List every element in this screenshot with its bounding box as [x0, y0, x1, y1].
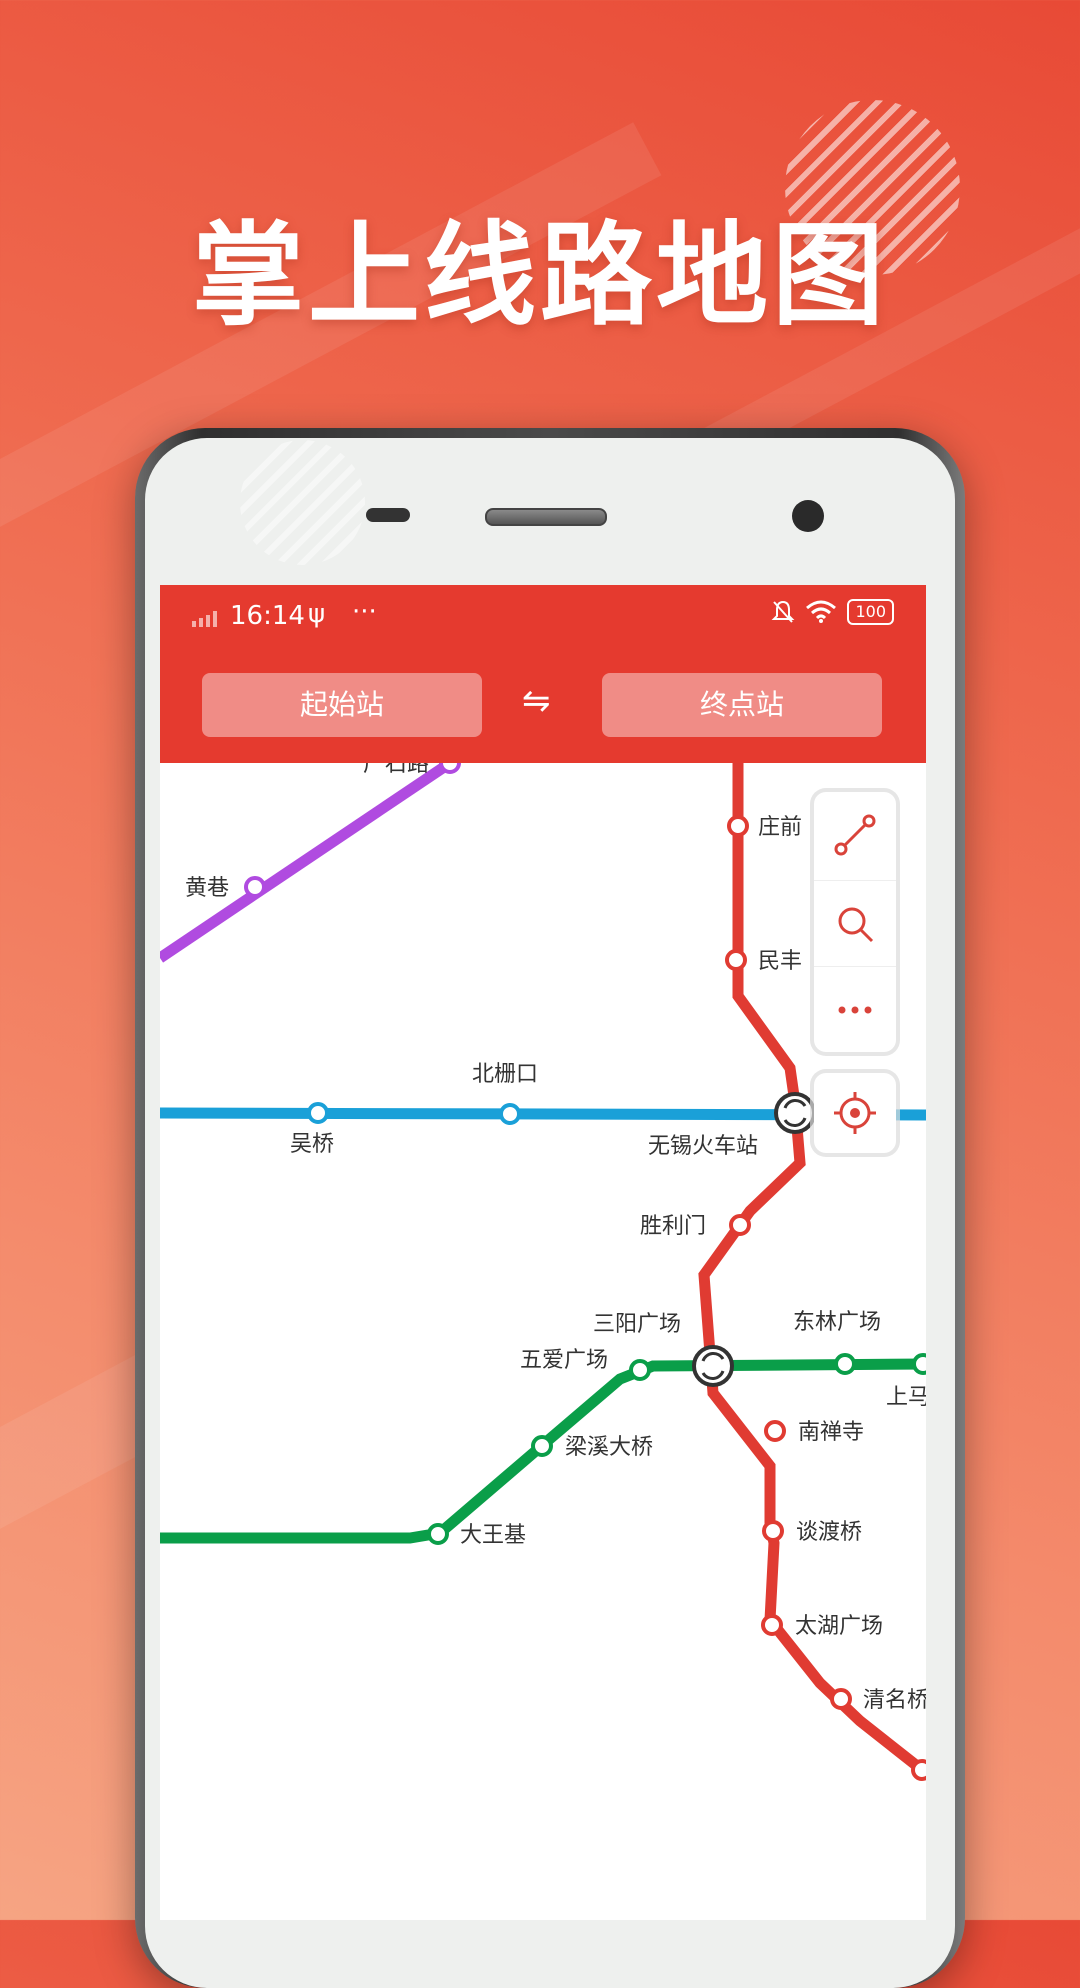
map-tool-group	[814, 792, 896, 1052]
battery-indicator: 100	[847, 599, 894, 625]
end-station-button[interactable]: 终点站	[602, 673, 882, 737]
phone-sensor	[366, 508, 410, 522]
svg-text:北栅口: 北栅口	[472, 1062, 538, 1087]
station-nanchan[interactable]: 南禅寺	[764, 1420, 864, 1445]
svg-text:无锡火车站: 无锡火车站	[648, 1134, 758, 1159]
route-bar: 起始站 ⇋ 终点站	[160, 655, 926, 763]
route-icon	[834, 814, 876, 856]
status-bar: 16:14 ψ ··· 100	[160, 585, 926, 655]
more-notifications-icon: ···	[352, 597, 377, 627]
subway-map[interactable]: 广石路 黄巷 庄前 民丰 北栅口 吴桥 无锡火车站 胜利门 三阳广场 东林广场 …	[160, 763, 926, 1920]
svg-text:上马墩: 上马墩	[886, 1385, 926, 1410]
svg-text:清名桥: 清名桥	[863, 1688, 926, 1713]
wifi-icon	[806, 600, 837, 623]
svg-text:南禅寺: 南禅寺	[798, 1420, 864, 1445]
svg-text:吴桥: 吴桥	[290, 1132, 334, 1157]
locate-button[interactable]	[814, 1073, 896, 1153]
more-button[interactable]	[814, 966, 896, 1053]
swap-stations-button[interactable]: ⇋	[522, 681, 551, 721]
usb-icon: ψ	[308, 599, 326, 629]
search-button[interactable]	[814, 880, 896, 967]
phone-speaker	[485, 508, 607, 526]
promo-headline: 掌上线路地图	[192, 211, 888, 341]
svg-text:民丰: 民丰	[758, 949, 802, 974]
svg-text:庄前: 庄前	[758, 815, 802, 840]
search-icon	[838, 907, 874, 943]
more-icon	[838, 1006, 872, 1014]
station-edge-cut[interactable]	[911, 1759, 926, 1781]
svg-text:五爱广场: 五爱广场	[520, 1348, 608, 1373]
svg-text:东林广场: 东林广场	[793, 1310, 881, 1335]
svg-text:大王基: 大王基	[460, 1523, 526, 1548]
svg-text:太湖广场: 太湖广场	[795, 1614, 883, 1639]
svg-text:谈渡桥: 谈渡桥	[796, 1520, 862, 1545]
line-4-track	[160, 763, 454, 963]
svg-text:三阳广场: 三阳广场	[593, 1312, 681, 1337]
svg-text:梁溪大桥: 梁溪大桥	[565, 1435, 653, 1460]
mute-bell-icon	[772, 600, 795, 623]
status-time: 16:14	[230, 601, 305, 631]
status-right: 100	[771, 599, 894, 625]
app-screen: 16:14 ψ ··· 100 起始站 ⇋ 终点站 广石路 黄巷 庄前 民丰 北…	[160, 585, 926, 1920]
locate-icon	[834, 1092, 876, 1134]
route-button[interactable]	[814, 792, 896, 878]
start-station-button[interactable]: 起始站	[202, 673, 482, 737]
signal-icon	[192, 611, 217, 627]
svg-text:胜利门: 胜利门	[640, 1214, 706, 1239]
phone-camera	[792, 500, 824, 532]
station-dawangji[interactable]: 大王基	[427, 1523, 526, 1548]
svg-text:黄巷: 黄巷	[185, 876, 229, 901]
station-top-cut[interactable]: 广石路	[363, 763, 461, 777]
station-huangxiang[interactable]: 黄巷	[185, 876, 266, 901]
station-wuxi-railway-transfer[interactable]: 无锡火车站	[648, 1092, 816, 1159]
bg-hatch-circle	[240, 440, 365, 565]
station-minfeng[interactable]: 民丰	[725, 949, 802, 974]
svg-text:广石路: 广石路	[363, 763, 429, 777]
station-zhuangqian[interactable]: 庄前	[727, 815, 802, 840]
